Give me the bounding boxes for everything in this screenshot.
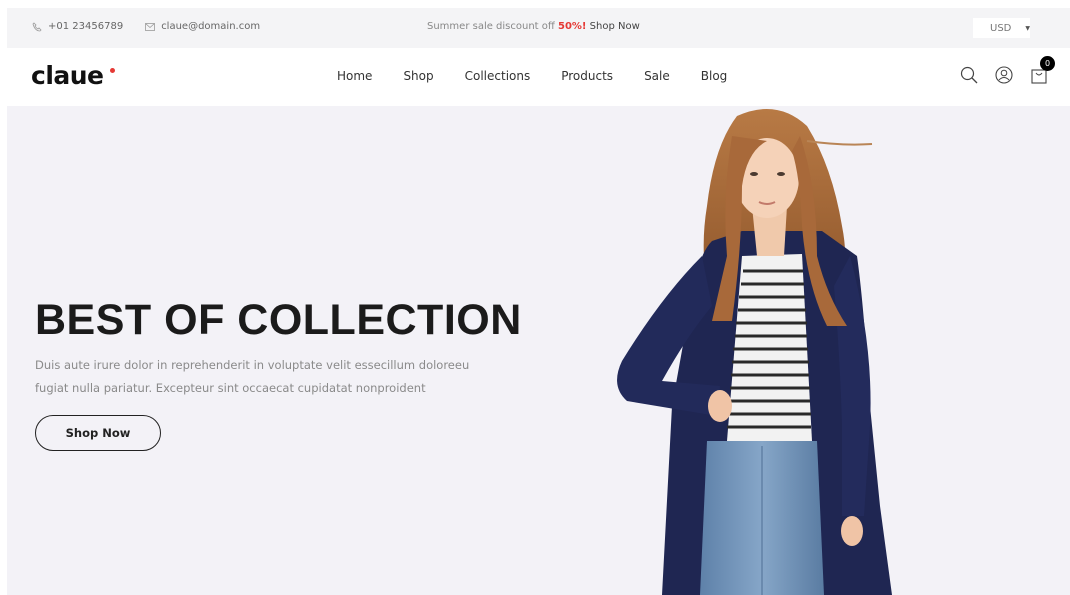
- shop-now-button[interactable]: Shop Now: [35, 415, 161, 451]
- hero-model-image: [617, 108, 892, 595]
- hero-banner: BEST OF COLLECTION Duis aute irure dolor…: [7, 106, 1070, 595]
- page-frame: +01 23456789 claue@domain.com Summer sal…: [7, 8, 1070, 595]
- phone-number[interactable]: +01 23456789: [48, 21, 123, 32]
- hero-description: Duis aute irure dolor in reprehenderit i…: [35, 354, 545, 400]
- email-address[interactable]: claue@domain.com: [161, 21, 260, 32]
- header-actions: 0: [959, 56, 1055, 85]
- nav-item-home[interactable]: Home: [337, 69, 372, 83]
- nav-item-products[interactable]: Products: [561, 69, 613, 83]
- logo-dot: [110, 68, 115, 73]
- phone-icon: [32, 21, 42, 31]
- cart-count-badge: 0: [1040, 56, 1055, 71]
- top-bar: +01 23456789 claue@domain.com Summer sal…: [7, 8, 1070, 48]
- hero-description-line-2: fugiat nulla pariatur. Excepteur sint oc…: [35, 381, 426, 395]
- logo[interactable]: claue: [31, 61, 104, 90]
- currency-select[interactable]: USD ▼: [973, 18, 1030, 38]
- nav-item-blog[interactable]: Blog: [701, 69, 728, 83]
- currency-value: USD: [990, 22, 1012, 34]
- main-header: claue Home Shop Collections Products Sal…: [7, 48, 1070, 106]
- promo-text: Summer sale discount off: [427, 21, 555, 32]
- nav-item-shop[interactable]: Shop: [403, 69, 433, 83]
- cart-icon[interactable]: 0: [1029, 56, 1055, 85]
- hero-title: BEST OF COLLECTION: [35, 296, 522, 344]
- nav-item-collections[interactable]: Collections: [465, 69, 531, 83]
- promo-highlight: 50%!: [557, 21, 587, 32]
- promo-shop-now-link[interactable]: Shop Now: [590, 21, 640, 32]
- caret-down-icon: ▼: [1025, 24, 1030, 32]
- mail-icon: [145, 22, 156, 31]
- main-nav: Home Shop Collections Products Sale Blog: [337, 69, 727, 83]
- promo-banner: Summer sale discount off 50%! Shop Now: [427, 21, 640, 32]
- nav-item-sale[interactable]: Sale: [644, 69, 670, 83]
- account-icon[interactable]: [994, 65, 1014, 85]
- search-icon[interactable]: [959, 65, 979, 85]
- hero-description-line-1: Duis aute irure dolor in reprehenderit i…: [35, 358, 470, 372]
- contact-info: +01 23456789 claue@domain.com: [32, 21, 260, 32]
